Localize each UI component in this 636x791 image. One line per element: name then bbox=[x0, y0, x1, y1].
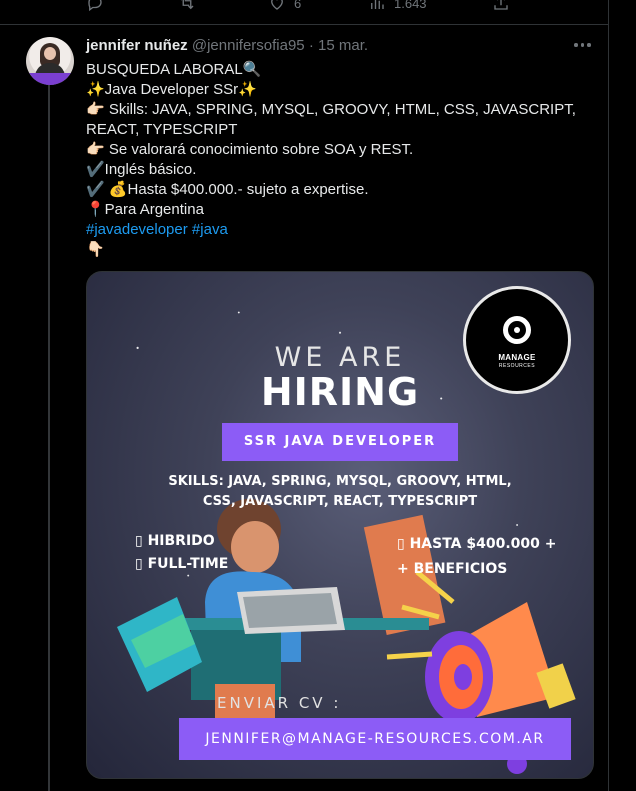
tweet-line: REACT, TYPESCRIPT bbox=[86, 121, 238, 138]
retweet-icon bbox=[181, 0, 194, 10]
thread-line bbox=[48, 84, 50, 791]
tweet-line: 👉🏻 Se valorará conocimiento sobre SOA y … bbox=[86, 141, 414, 158]
header-separator: · bbox=[308, 37, 314, 54]
hiring-text: HIRING bbox=[260, 370, 420, 414]
timeline-border bbox=[608, 0, 609, 791]
author-handle[interactable]: @jennifersofia95 bbox=[192, 37, 305, 54]
work-mode-list: ▯ HIBRIDO ▯ FULL-TIME bbox=[135, 530, 228, 576]
work-mode-item: ▯ FULL-TIME bbox=[135, 556, 229, 572]
avatar[interactable] bbox=[26, 37, 74, 85]
author-name[interactable]: jennifer nuñez bbox=[86, 37, 188, 54]
share-button[interactable] bbox=[492, 0, 518, 12]
reply-button[interactable] bbox=[86, 0, 112, 12]
tweet-line: ✨Java Developer SSr✨ bbox=[86, 81, 257, 98]
hashtags-line: #javadeveloper #java bbox=[86, 220, 586, 240]
salary-item: ▯ HASTA $400.000 + bbox=[397, 536, 557, 552]
contact-email: JENNIFER@MANAGE-RESOURCES.COM.AR bbox=[205, 731, 545, 747]
salary-item: + BENEFICIOS bbox=[397, 561, 508, 577]
tweet-date[interactable]: 15 mar. bbox=[318, 37, 368, 54]
reply-icon bbox=[88, 0, 102, 12]
more-icon bbox=[574, 43, 578, 47]
views-count: 1.643 bbox=[394, 0, 427, 11]
skills-line: SKILLS: JAVA, SPRING, MYSQL, GROOVY, HTM… bbox=[168, 474, 512, 489]
share-icon bbox=[494, 0, 508, 10]
heart-icon bbox=[271, 0, 283, 10]
more-options-button[interactable] bbox=[574, 41, 594, 49]
pointing-down-emoji: 👇🏻 bbox=[86, 241, 105, 258]
tweet[interactable]: jennifer nuñez @jennifersofia95 · 15 mar… bbox=[0, 24, 608, 791]
skills-line: CSS, JAVASCRIPT, REACT, TYPESCRIPT bbox=[202, 494, 478, 509]
previous-tweet-action-bar: 6 1.643 bbox=[0, 0, 608, 25]
role-banner: SSR JAVA DEVELOPER bbox=[222, 423, 458, 461]
like-count: 6 bbox=[294, 0, 302, 11]
retweet-button[interactable] bbox=[178, 0, 204, 12]
like-button[interactable]: 6 bbox=[268, 0, 301, 12]
hashtag-link[interactable]: #java bbox=[192, 221, 228, 238]
tweet-line: 👉🏻 Skills: JAVA, SPRING, MYSQL, GROOVY, … bbox=[86, 101, 576, 118]
tweet-line: ✔️ 💰Hasta $400.000.- sujeto a expertise. bbox=[86, 181, 369, 198]
we-are-text: WE ARE bbox=[274, 342, 406, 373]
skills-text: SKILLS: JAVA, SPRING, MYSQL, GROOVY, HTM… bbox=[157, 472, 523, 512]
views-icon bbox=[371, 0, 384, 9]
tweet-header: jennifer nuñez @jennifersofia95 · 15 mar… bbox=[86, 37, 368, 54]
tweet-image[interactable]: MANAGE RESOURCES WE ARE HIRING SSR JAVA … bbox=[86, 271, 594, 779]
tweet-line: BUSQUEDA LABORAL🔍 bbox=[86, 61, 262, 78]
tweet-line: ✔️Inglés básico. bbox=[86, 161, 197, 178]
tweet-line: 📍Para Argentina bbox=[86, 201, 204, 218]
tweet-text: BUSQUEDA LABORAL🔍 ✨Java Developer SSr✨ 👉… bbox=[86, 60, 586, 260]
role-title: SSR JAVA DEVELOPER bbox=[243, 434, 437, 449]
logo-mark-icon bbox=[503, 316, 531, 344]
work-mode-item: ▯ HIBRIDO bbox=[135, 533, 215, 549]
salary-list: ▯ HASTA $400.000 + + BENEFICIOS bbox=[397, 532, 557, 582]
hashtag-link[interactable]: #javadeveloper bbox=[86, 221, 188, 238]
views-button[interactable]: 1.643 bbox=[368, 0, 427, 12]
email-banner: JENNIFER@MANAGE-RESOURCES.COM.AR bbox=[179, 718, 571, 760]
send-cv-label: ENVIAR CV : bbox=[217, 694, 342, 712]
